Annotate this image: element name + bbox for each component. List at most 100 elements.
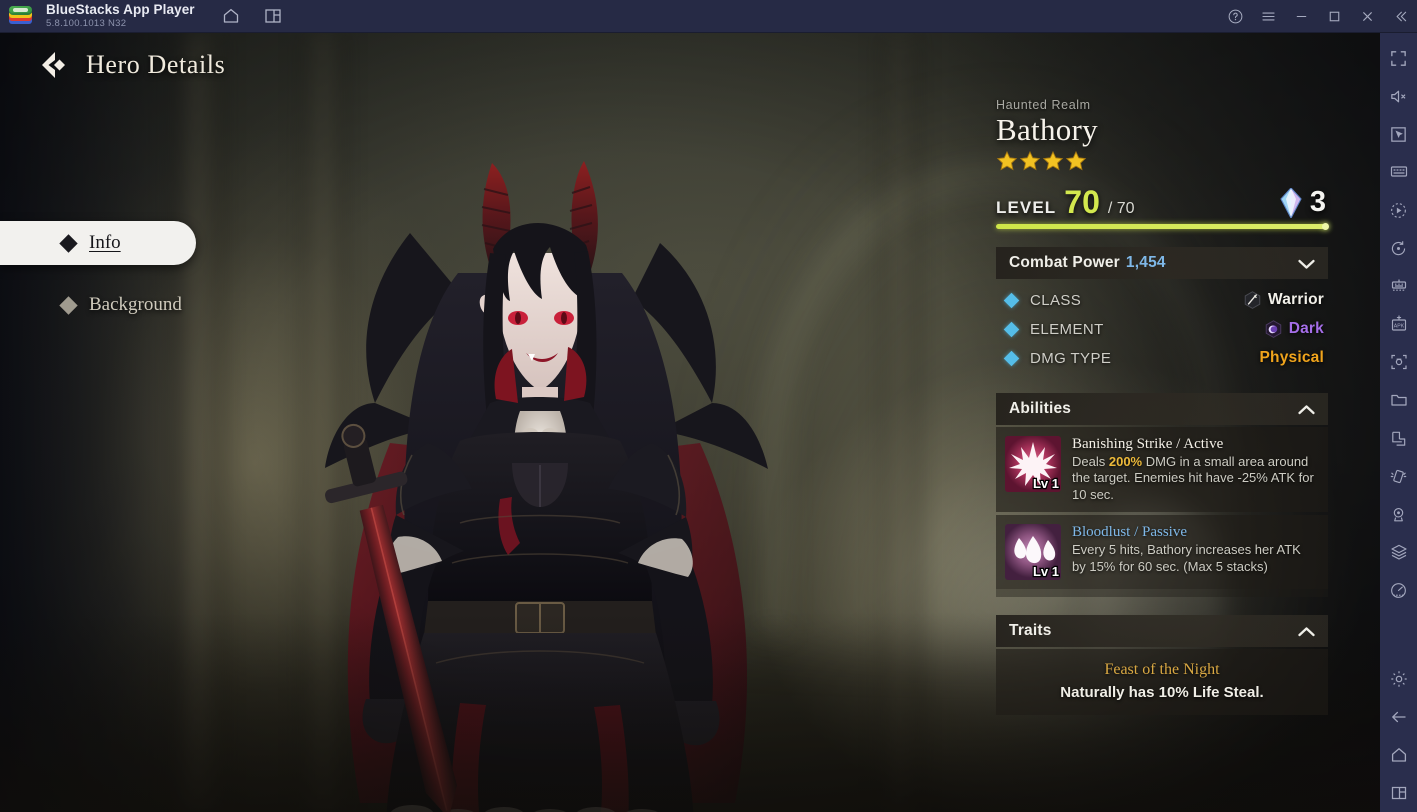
location-icon[interactable] (1380, 495, 1417, 533)
stat-value: Dark (1288, 320, 1324, 338)
app-title-block: BlueStacks App Player 5.8.100.1013 N32 (46, 1, 195, 30)
combat-power-value: 1,454 (1125, 253, 1166, 271)
back-chevron-icon[interactable] (34, 48, 68, 82)
abilities-list-padding (996, 589, 1328, 598)
app-root: BlueStacks App Player 5.8.100.1013 N32 H… (0, 0, 1417, 812)
maximize-icon[interactable] (1318, 0, 1351, 33)
bluestacks-sidebar: APK (1380, 33, 1417, 812)
tab-background[interactable]: Background (0, 283, 196, 327)
ability-item[interactable]: Lv 1 Banishing Strike / Active Deals 200… (996, 426, 1328, 513)
ability-text-block: Bloodlust / Passive Every 5 hits, Bathor… (1072, 524, 1318, 580)
svg-text:APK: APK (1393, 323, 1404, 329)
stat-label: DMG TYPE (1030, 349, 1112, 367)
app-version: 5.8.100.1013 N32 (46, 18, 127, 30)
star-icon (1019, 150, 1041, 172)
chevron-up-icon[interactable] (1297, 625, 1316, 637)
rotate-icon[interactable] (1380, 229, 1417, 267)
blood-drops-icon: Lv 1 (1005, 524, 1061, 581)
stat-value: Warrior (1268, 291, 1324, 309)
keyboard-icon[interactable] (1380, 153, 1417, 191)
macro-record-icon[interactable] (1380, 191, 1417, 229)
collapse-sidebar-icon[interactable] (1384, 0, 1417, 33)
dark-element-icon (1265, 320, 1282, 338)
abilities-title: Abilities (1009, 399, 1072, 417)
svg-text:Lv 1: Lv 1 (1033, 476, 1059, 491)
home-icon[interactable] (221, 6, 241, 26)
trait-name: Feast of the Night (1104, 661, 1220, 679)
hero-gem-group: 3 (1280, 186, 1326, 219)
multi-instance-sync-icon[interactable] (1380, 267, 1417, 305)
bluestacks-logo-icon (8, 5, 34, 27)
stat-label: ELEMENT (1030, 320, 1104, 338)
close-icon[interactable] (1351, 0, 1384, 33)
minimize-icon[interactable] (1285, 0, 1318, 33)
hero-detail-tabs: Info Background (0, 221, 196, 327)
ability-description: Every 5 hits, Bathory increases her ATK … (1072, 542, 1301, 575)
help-icon[interactable] (1219, 0, 1252, 33)
tab-info-label: Info (89, 232, 121, 253)
abilities-header[interactable]: Abilities (996, 392, 1328, 425)
recent-apps-icon[interactable] (1380, 774, 1417, 812)
stat-value-group: Dark (1265, 320, 1326, 338)
install-apk-icon[interactable]: APK (1380, 305, 1417, 343)
hero-rarity-stars (996, 150, 1328, 172)
hero-name: Bathory (996, 112, 1098, 147)
traits-header[interactable]: Traits (996, 615, 1328, 648)
chevron-down-icon[interactable] (1297, 257, 1316, 269)
chevron-up-icon[interactable] (1297, 403, 1316, 415)
gear-icon[interactable] (1380, 660, 1417, 698)
game-viewport[interactable]: Hero Details Info Background Haunted Rea… (0, 33, 1380, 812)
ability-desc-highlight: 200% (1108, 453, 1143, 469)
diamond-bullet-icon (59, 295, 78, 315)
stat-row-element: ELEMENT Dark (1003, 315, 1326, 344)
combat-power-label: Combat Power (1009, 253, 1120, 271)
ability-text-block: Banishing Strike / Active Deals 200% DMG… (1072, 436, 1318, 504)
layers-icon[interactable] (1380, 533, 1417, 571)
page-title: Hero Details (86, 50, 226, 79)
hero-info-panel: Haunted Realm Bathory LEVEL 70 / 70 3 Co… (996, 98, 1329, 716)
media-folder-icon[interactable] (1380, 381, 1417, 419)
ability-description: Deals 200% DMG in a small area around th… (1072, 454, 1318, 504)
android-home-icon[interactable] (1380, 736, 1417, 774)
ability-name: Banishing Strike / Active (1072, 435, 1224, 452)
window-controls (1219, 0, 1417, 33)
level-value: 70 (1064, 183, 1100, 220)
app-title: BlueStacks App Player (46, 1, 195, 17)
diamond-bullet-icon (1003, 321, 1020, 337)
level-label: LEVEL (996, 197, 1057, 217)
diamond-bullet-icon (59, 233, 78, 253)
burst-explosion-icon: Lv 1 (1005, 435, 1061, 492)
ability-item[interactable]: Lv 1 Bloodlust / Passive Every 5 hits, B… (996, 515, 1328, 590)
performance-icon[interactable] (1380, 571, 1417, 609)
multi-instance-icon[interactable] (263, 6, 283, 26)
page-header: Hero Details (34, 48, 225, 82)
mute-icon[interactable] (1380, 77, 1417, 115)
copy-icon[interactable] (1380, 419, 1417, 457)
cursor-icon[interactable] (1380, 115, 1417, 153)
tab-info[interactable]: Info (0, 221, 196, 265)
back-arrow-icon[interactable] (1380, 698, 1417, 736)
star-icon (996, 150, 1018, 172)
stat-row-dmg-type: DMG TYPE Physical (1003, 344, 1326, 373)
fullscreen-icon[interactable] (1380, 39, 1417, 77)
level-progress-fill (996, 223, 1328, 229)
shake-icon[interactable] (1380, 457, 1417, 495)
stat-value: Physical (1259, 349, 1324, 367)
sword-icon (1244, 291, 1261, 309)
tab-background-label: Background (89, 294, 182, 315)
screenshot-icon[interactable] (1380, 343, 1417, 381)
stats-list: CLASS Warrior ELEMENT Dark DMG TYPE Phys… (996, 279, 1328, 375)
combat-power-header[interactable]: Combat Power 1,454 (996, 246, 1328, 279)
diamond-bullet-icon (1003, 292, 1020, 308)
menu-icon[interactable] (1252, 0, 1285, 33)
hero-level-row: LEVEL 70 / 70 3 (996, 183, 1328, 220)
level-max: / 70 (1107, 199, 1135, 217)
crystal-icon (1280, 186, 1302, 219)
level-progress-knob (1322, 222, 1329, 230)
hero-level-group: LEVEL 70 / 70 (996, 183, 1135, 220)
combat-power-title-group: Combat Power 1,454 (1009, 254, 1166, 272)
diamond-bullet-icon (1003, 350, 1020, 366)
stat-row-class: CLASS Warrior (1003, 286, 1326, 315)
trait-description: Naturally has 10% Life Steal. (1060, 684, 1264, 702)
titlebar-quick-icons (221, 6, 283, 26)
